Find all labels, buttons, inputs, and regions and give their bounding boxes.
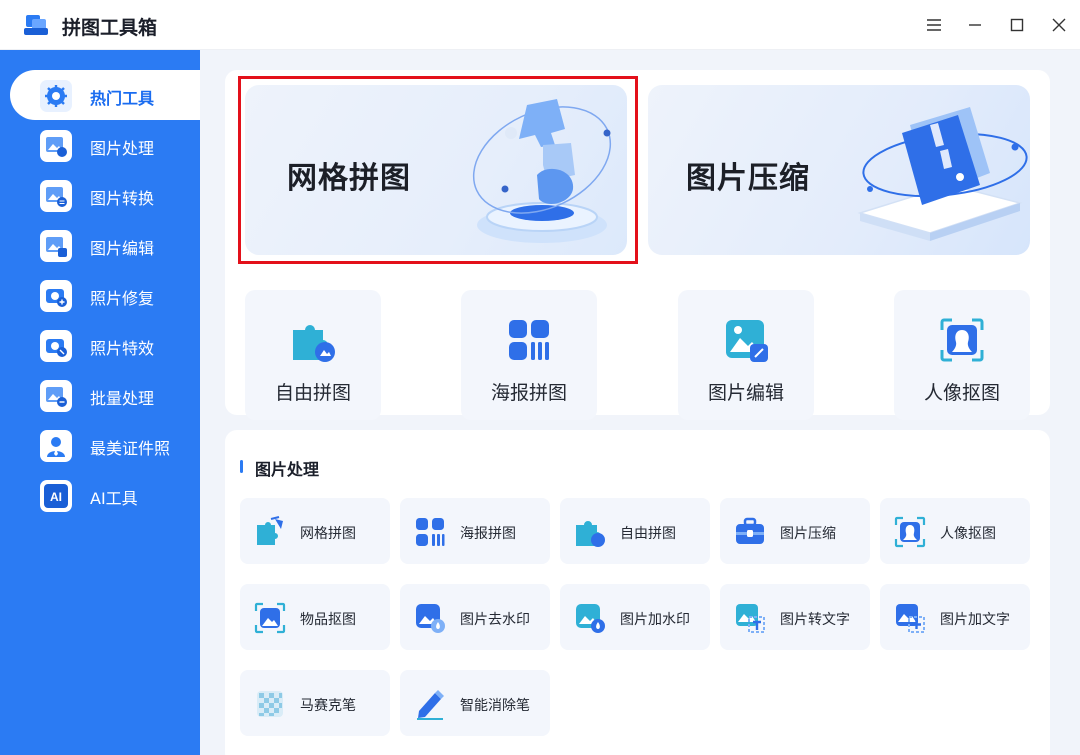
maximize-icon [1010, 18, 1024, 32]
gear-icon [40, 80, 72, 112]
minimize-button[interactable] [963, 13, 987, 37]
add-watermark-icon [576, 604, 605, 633]
app-logo-icon [24, 15, 48, 35]
sidebar-item-label: AI工具 [90, 489, 138, 508]
poster-grid-icon [416, 518, 445, 546]
minimize-icon [969, 24, 981, 26]
portrait-cutout-icon [940, 318, 984, 362]
item-mosaic-pen[interactable]: 马赛克笔 [240, 670, 390, 736]
puzzle-icon [293, 325, 335, 362]
sidebar-item-label: 照片修复 [90, 289, 155, 308]
puzzle-icon [576, 521, 605, 547]
item-label: 图片加文字 [940, 612, 1010, 628]
maximize-button[interactable] [1005, 13, 1029, 37]
item-label: 图片转文字 [780, 612, 850, 628]
item-label: 智能消除笔 [460, 698, 530, 714]
image-to-text-icon [736, 604, 765, 633]
section-title: 图片处理 [255, 460, 320, 479]
sidebar-item-label: 照片特效 [90, 339, 155, 358]
id-photo-icon [40, 430, 72, 462]
sidebar-item-label: 最美证件照 [90, 439, 171, 458]
tool-image-edit[interactable]: 图片编辑 [678, 290, 814, 420]
item-portrait-cutout[interactable]: 人像抠图 [880, 498, 1030, 564]
image-convert-icon [40, 180, 72, 212]
sidebar-item-photo-effect[interactable]: 照片特效 [10, 320, 200, 370]
tool-label: 人像抠图 [923, 382, 1000, 404]
item-add-watermark[interactable]: 图片加水印 [560, 584, 710, 650]
sidebar-item-image-convert[interactable]: 图片转换 [10, 170, 200, 220]
title-bar: 拼图工具箱 [0, 0, 1080, 50]
photo-repair-icon [40, 280, 72, 312]
item-free-collage[interactable]: 自由拼图 [560, 498, 710, 564]
item-image-compress[interactable]: 图片压缩 [720, 498, 870, 564]
sidebar-item-image-edit[interactable]: 图片编辑 [10, 220, 200, 270]
sidebar-item-label: 图片处理 [90, 139, 155, 158]
item-label: 自由拼图 [620, 526, 676, 542]
svg-text:AI: AI [50, 490, 62, 504]
add-text-icon [896, 604, 925, 633]
item-label: 图片去水印 [460, 612, 530, 628]
sidebar-item-label: 批量处理 [90, 389, 155, 408]
sidebar-item-ai-tools[interactable]: AI AI工具 [10, 470, 200, 520]
item-image-to-text[interactable]: 图片转文字 [720, 584, 870, 650]
item-poster-collage[interactable]: 海报拼图 [400, 498, 550, 564]
item-label: 人像抠图 [940, 526, 996, 542]
poster-grid-icon [509, 320, 549, 360]
photo-effect-icon [40, 330, 72, 362]
tool-portrait-cutout[interactable]: 人像抠图 [894, 290, 1030, 420]
tool-label: 海报拼图 [490, 382, 567, 404]
sidebar-item-image-process[interactable]: 图片处理 [10, 120, 200, 170]
item-label: 马赛克笔 [300, 698, 356, 714]
folder-compress-illustration-icon [857, 107, 1028, 241]
mosaic-icon [257, 691, 283, 717]
tool-free-collage[interactable]: 自由拼图 [245, 290, 381, 420]
close-icon [1052, 18, 1066, 32]
image-process-icon [40, 130, 72, 162]
close-button[interactable] [1047, 13, 1071, 37]
item-label: 图片压缩 [780, 526, 836, 542]
sidebar-item-label: 热门工具 [90, 89, 155, 108]
portrait-cutout-icon [894, 516, 926, 548]
tool-poster-collage[interactable]: 海报拼图 [461, 290, 597, 420]
image-edit-icon [726, 320, 768, 362]
image-process-section: 图片处理 网格拼图 海报拼图 自由拼图 图片压缩 人像抠图 物品抠图 图片去水印… [225, 430, 1050, 755]
toolbox-icon [736, 517, 764, 544]
item-object-cutout[interactable]: 物品抠图 [240, 584, 390, 650]
item-smart-eraser[interactable]: 智能消除笔 [400, 670, 550, 736]
pencil-icon [417, 690, 444, 720]
app-title: 拼图工具箱 [62, 17, 158, 39]
remove-watermark-icon [416, 604, 445, 633]
grid-collage-icon [257, 516, 283, 545]
tool-label: 自由拼图 [274, 382, 351, 404]
menu-button[interactable] [922, 13, 946, 37]
sidebar: 热门工具 图片处理 图片转换 图片编辑 照片修复 照片特效 批量处理 最美证件照… [0, 50, 200, 755]
sidebar-item-batch-process[interactable]: 批量处理 [10, 370, 200, 420]
item-add-text[interactable]: 图片加文字 [880, 584, 1030, 650]
item-grid-collage[interactable]: 网格拼图 [240, 498, 390, 564]
item-label: 物品抠图 [300, 612, 356, 628]
item-remove-watermark[interactable]: 图片去水印 [400, 584, 550, 650]
sidebar-item-photo-repair[interactable]: 照片修复 [10, 270, 200, 320]
hamburger-icon [927, 19, 941, 31]
banner-title: 图片压缩 [686, 161, 810, 196]
object-cutout-icon [254, 602, 286, 634]
image-edit-icon [40, 230, 72, 262]
item-label: 图片加水印 [620, 612, 690, 628]
ai-icon: AI [40, 480, 72, 512]
banner-image-compress[interactable]: 图片压缩 [648, 85, 1030, 255]
tool-label: 图片编辑 [707, 382, 784, 404]
section-accent-bar [240, 460, 243, 473]
main-content: 网格拼图 图片压缩 自由拼图 海报拼图 图片编辑 人像抠图 图片处理 网格拼图 … [200, 50, 1080, 755]
item-label: 海报拼图 [460, 526, 516, 542]
sidebar-item-label: 图片转换 [90, 189, 155, 208]
sidebar-item-id-photo[interactable]: 最美证件照 [10, 420, 200, 470]
sidebar-item-label: 图片编辑 [90, 239, 155, 258]
sidebar-item-hot-tools[interactable]: 热门工具 [10, 70, 200, 120]
batch-process-icon [40, 380, 72, 412]
highlight-frame [238, 76, 638, 264]
item-label: 网格拼图 [300, 526, 356, 542]
